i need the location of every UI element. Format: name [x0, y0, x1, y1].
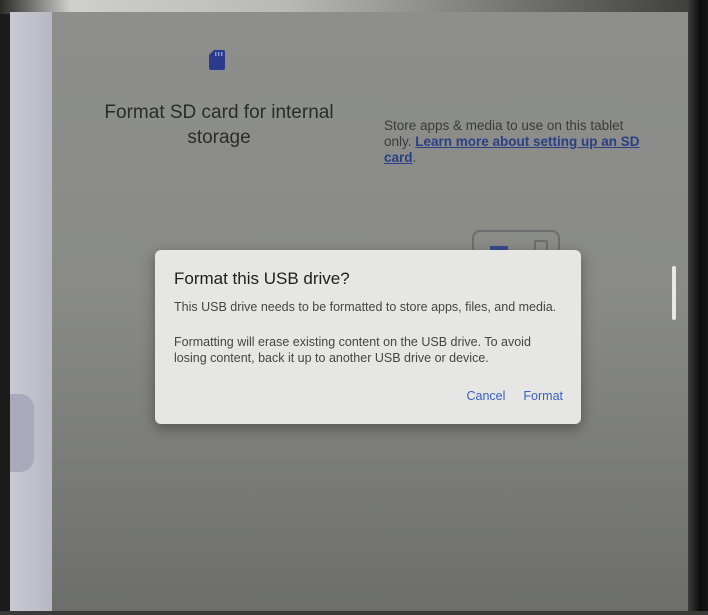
format-usb-dialog: Format this USB drive? This USB drive ne… — [155, 250, 581, 424]
left-side-panel — [10, 12, 52, 612]
description-end: . — [412, 150, 417, 165]
dialog-title: Format this USB drive? — [174, 269, 350, 288]
setup-description: Store apps & media to use on this tablet… — [384, 118, 642, 166]
cancel-button[interactable]: Cancel — [466, 389, 505, 403]
page-title: Format SD card for internal storage — [104, 102, 334, 148]
scrollbar[interactable] — [672, 266, 676, 320]
left-edge-handle[interactable] — [10, 394, 34, 472]
device-bottom-edge — [0, 611, 708, 615]
sd-card-icon — [209, 50, 225, 70]
dialog-message-2: Formatting will erase existing content o… — [174, 335, 531, 365]
dialog-actions: Cancel Format — [466, 389, 563, 403]
device-right-bezel — [688, 0, 708, 615]
tablet-screen: Format SD card for internal storage Stor… — [10, 12, 690, 612]
format-button[interactable]: Format — [523, 389, 563, 403]
learn-more-link[interactable]: Learn more about setting up an SD card — [384, 134, 640, 165]
dialog-message-1: This USB drive needs to be formatted to … — [174, 300, 557, 314]
